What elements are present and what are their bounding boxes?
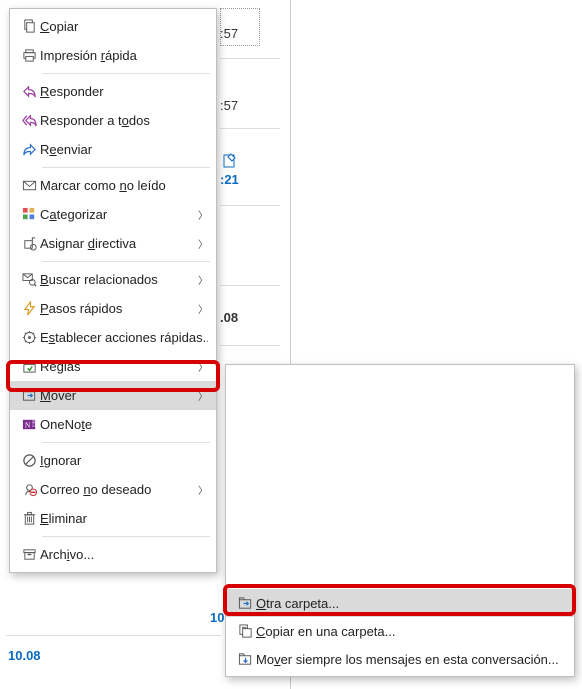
menu-reply-all[interactable]: Responder a todos [10, 106, 216, 135]
menu-move-label: Mover [40, 388, 194, 403]
menu-quick-steps[interactable]: Pasos rápidos 〉 [10, 294, 216, 323]
menu-set-quick-actions-label: Establecer acciones rápidas... [40, 330, 208, 345]
menu-onenote[interactable]: N OneNote [10, 410, 216, 439]
menu-categorize[interactable]: Categorizar 〉 [10, 200, 216, 229]
svg-text:N: N [24, 420, 30, 429]
submenu-other-folder-label: Otra carpeta... [256, 596, 566, 611]
move-icon [18, 388, 40, 403]
quick-steps-icon [18, 301, 40, 316]
menu-rules[interactable]: Reglas 〉 [10, 352, 216, 381]
bg-time-2: :21 [220, 172, 239, 187]
menu-quick-print-label: Impresión rápida [40, 48, 208, 63]
bg-time-0: :57 [220, 26, 238, 41]
reply-all-icon [18, 113, 40, 128]
chevron-right-icon: 〉 [198, 272, 208, 287]
menu-onenote-label: OneNote [40, 417, 208, 432]
printer-icon [18, 48, 40, 63]
menu-ignore-label: Ignorar [40, 453, 208, 468]
policy-icon [18, 236, 40, 251]
menu-mark-unread[interactable]: Marcar como no leído [10, 171, 216, 200]
categorize-icon [18, 207, 40, 222]
menu-quick-print[interactable]: Impresión rápida [10, 41, 216, 70]
submenu-copy-to-folder[interactable]: Copiar en una carpeta... [226, 617, 574, 645]
menu-forward[interactable]: Reenviar [10, 135, 216, 164]
delete-icon [18, 511, 40, 526]
context-menu: Copiar Impresión rápida Responder Respon… [9, 8, 217, 573]
quick-actions-icon [18, 330, 40, 345]
menu-delete[interactable]: Eliminar [10, 504, 216, 533]
menu-separator [42, 536, 210, 537]
submenu-always-move[interactable]: Mover siempre los mensajes en esta conve… [226, 645, 574, 673]
menu-separator [42, 167, 210, 168]
bg-sep-3 [220, 285, 280, 286]
mail-unread-icon [18, 178, 40, 193]
bg-sep-2 [220, 205, 280, 206]
menu-reply[interactable]: Responder [10, 77, 216, 106]
menu-reply-label: Responder [40, 84, 208, 99]
menu-ignore[interactable]: Ignorar [10, 446, 216, 475]
menu-junk[interactable]: Correo no deseado 〉 [10, 475, 216, 504]
chevron-right-icon: 〉 [198, 207, 208, 222]
menu-separator [42, 442, 210, 443]
onenote-icon: N [18, 417, 40, 432]
menu-copy-label: Copiar [40, 19, 208, 34]
menu-copy[interactable]: Copiar [10, 12, 216, 41]
menu-mark-unread-label: Marcar como no leído [40, 178, 208, 193]
menu-rules-label: Reglas [40, 359, 194, 374]
search-related-icon [18, 272, 40, 287]
menu-archive-label: Archivo... [40, 547, 208, 562]
menu-separator [42, 261, 210, 262]
always-move-icon [234, 652, 256, 667]
chevron-right-icon: 〉 [198, 388, 208, 403]
bg-lowerleft-0: 10 [210, 610, 224, 625]
menu-forward-label: Reenviar [40, 142, 208, 157]
chevron-right-icon: 〉 [198, 482, 208, 497]
menu-find-related-label: Buscar relacionados [40, 272, 194, 287]
junk-icon [18, 482, 40, 497]
archive-icon [18, 547, 40, 562]
menu-move[interactable]: Mover 〉 [10, 381, 216, 410]
folder-move-icon [234, 596, 256, 611]
submenu-always-move-label: Mover siempre los mensajes en esta conve… [256, 652, 566, 667]
submenu-other-folder[interactable]: Otra carpeta... [226, 589, 574, 617]
menu-delete-label: Eliminar [40, 511, 208, 526]
rules-icon [18, 359, 40, 374]
bg-lowerleft-1: 10.08 [8, 648, 41, 663]
chevron-right-icon: 〉 [198, 301, 208, 316]
copy-folder-icon [234, 624, 256, 639]
submenu-upper-space [226, 368, 574, 582]
reply-icon [18, 84, 40, 99]
menu-separator [234, 585, 568, 586]
menu-assign-policy-label: Asignar directiva [40, 236, 194, 251]
menu-quick-steps-label: Pasos rápidos [40, 301, 194, 316]
edit-icon [222, 152, 238, 168]
bg-sep-1 [220, 128, 280, 129]
menu-reply-all-label: Responder a todos [40, 113, 208, 128]
chevron-right-icon: 〉 [198, 359, 208, 374]
bg-time-1: :57 [220, 98, 238, 113]
menu-find-related[interactable]: Buscar relacionados 〉 [10, 265, 216, 294]
chevron-right-icon: 〉 [198, 236, 208, 251]
copy-icon [18, 19, 40, 34]
menu-separator [42, 73, 210, 74]
move-submenu: Otra carpeta... Copiar en una carpeta...… [225, 364, 575, 677]
menu-set-quick-actions[interactable]: Establecer acciones rápidas... [10, 323, 216, 352]
bg-time-3: .08 [220, 310, 238, 325]
bg-sep-0 [220, 58, 280, 59]
ignore-icon [18, 453, 40, 468]
menu-junk-label: Correo no deseado [40, 482, 194, 497]
bg-sep-lower [6, 635, 221, 636]
submenu-copy-to-folder-label: Copiar en una carpeta... [256, 624, 566, 639]
bg-sep-4 [220, 345, 280, 346]
menu-categorize-label: Categorizar [40, 207, 194, 222]
menu-assign-policy[interactable]: Asignar directiva 〉 [10, 229, 216, 258]
menu-archive[interactable]: Archivo... [10, 540, 216, 569]
forward-icon [18, 142, 40, 157]
